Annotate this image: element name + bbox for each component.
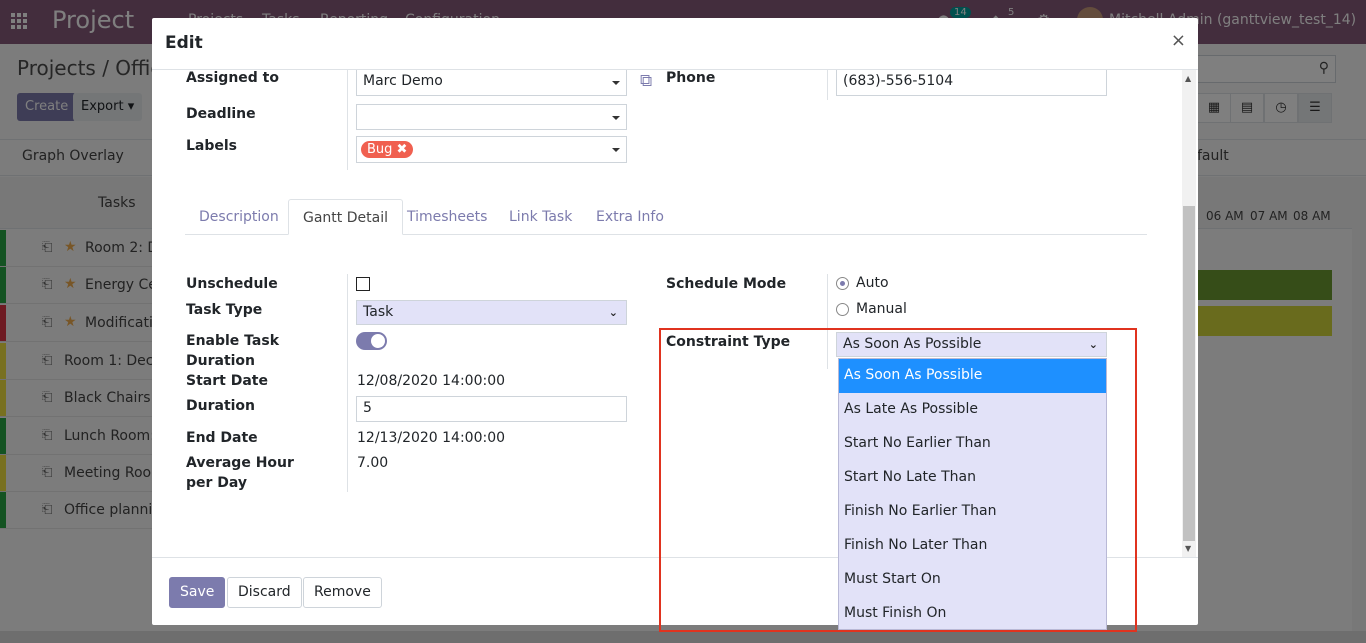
dialog-scrollbar[interactable]: ▲ ▼	[1182, 70, 1196, 557]
divider	[347, 70, 348, 170]
option-as-soon-as-possible[interactable]: As Soon As Possible	[839, 359, 1106, 393]
scroll-up-icon[interactable]: ▲	[1185, 74, 1191, 83]
divider	[827, 274, 828, 369]
external-link-icon[interactable]: ⧉	[640, 71, 652, 91]
chevron-down-icon: ⌄	[1088, 338, 1098, 351]
option-finish-no-later-than[interactable]: Finish No Later Than	[839, 529, 1106, 563]
phone-input[interactable]: (683)-556-5104	[836, 70, 1107, 96]
chevron-down-icon: ⌄	[608, 306, 618, 319]
constraint-type-value: As Soon As Possible	[843, 336, 982, 352]
duration-label: Duration	[186, 398, 256, 414]
deadline-input[interactable]	[356, 104, 627, 130]
phone-label: Phone	[666, 70, 716, 86]
avg-hour-label: Average Hour per Day	[186, 455, 294, 491]
tab-gantt-detail[interactable]: Gantt Detail	[288, 199, 403, 235]
option-as-late-as-possible[interactable]: As Late As Possible	[839, 393, 1106, 427]
caret-down-icon	[612, 148, 620, 152]
discard-button[interactable]: Discard	[227, 577, 302, 608]
notebook-tabs: Description Gantt Detail Timesheets Link…	[185, 199, 1147, 235]
assigned-to-label: Assigned to	[186, 70, 279, 86]
dialog-title: Edit	[165, 33, 203, 53]
constraint-type-options: As Soon As Possible As Late As Possible …	[838, 358, 1107, 630]
start-date-value: 12/08/2020 14:00:00	[357, 373, 506, 389]
end-date-label: End Date	[186, 430, 258, 446]
task-type-label: Task Type	[186, 302, 263, 318]
remove-button[interactable]: Remove	[303, 577, 382, 608]
schedule-auto-radio[interactable]	[836, 277, 849, 290]
tab-extra-info[interactable]: Extra Info	[582, 199, 678, 235]
task-type-select[interactable]: Task ⌄	[356, 300, 627, 325]
assigned-to-value: Marc Demo	[363, 73, 443, 89]
constraint-type-select[interactable]: As Soon As Possible ⌄	[836, 332, 1107, 357]
tab-link-task[interactable]: Link Task	[495, 199, 586, 235]
avg-hour-value: 7.00	[357, 455, 389, 471]
close-icon[interactable]: ×	[1171, 30, 1186, 51]
option-must-start-on[interactable]: Must Start On	[839, 563, 1106, 597]
scroll-down-icon[interactable]: ▼	[1185, 544, 1191, 553]
option-start-no-earlier-than[interactable]: Start No Earlier Than	[839, 427, 1106, 461]
labels-label: Labels	[186, 138, 238, 154]
option-start-no-late-than[interactable]: Start No Late Than	[839, 461, 1106, 495]
tab-description[interactable]: Description	[185, 199, 293, 235]
caret-down-icon	[612, 116, 620, 120]
tab-timesheets[interactable]: Timesheets	[393, 199, 501, 235]
divider	[827, 70, 828, 100]
schedule-manual-radio[interactable]	[836, 303, 849, 316]
bug-tag[interactable]: Bug ✖	[361, 141, 414, 158]
constraint-type-label: Constraint Type	[666, 334, 791, 350]
option-must-finish-on[interactable]: Must Finish On	[839, 597, 1106, 631]
caret-down-icon	[612, 81, 620, 85]
save-button[interactable]: Save	[169, 577, 226, 608]
schedule-mode-label: Schedule Mode	[666, 276, 787, 292]
deadline-label: Deadline	[186, 106, 256, 122]
unschedule-label: Unschedule	[186, 276, 278, 292]
scrollbar-thumb[interactable]	[1183, 206, 1195, 541]
enable-duration-toggle[interactable]	[356, 332, 387, 350]
schedule-manual-label[interactable]: Manual	[856, 301, 907, 317]
assigned-to-select[interactable]: Marc Demo	[356, 70, 627, 96]
option-finish-no-earlier-than[interactable]: Finish No Earlier Than	[839, 495, 1106, 529]
enable-duration-label: Enable Task Duration	[186, 333, 280, 369]
task-type-value: Task	[363, 304, 394, 320]
unschedule-checkbox[interactable]	[356, 277, 370, 291]
start-date-label: Start Date	[186, 373, 268, 389]
duration-input[interactable]: 5	[356, 396, 627, 422]
schedule-auto-label[interactable]: Auto	[856, 275, 889, 291]
end-date-value: 12/13/2020 14:00:00	[357, 430, 506, 446]
divider	[347, 274, 348, 492]
labels-input[interactable]: Bug ✖	[356, 136, 627, 163]
dialog-header: Edit ×	[152, 18, 1198, 70]
